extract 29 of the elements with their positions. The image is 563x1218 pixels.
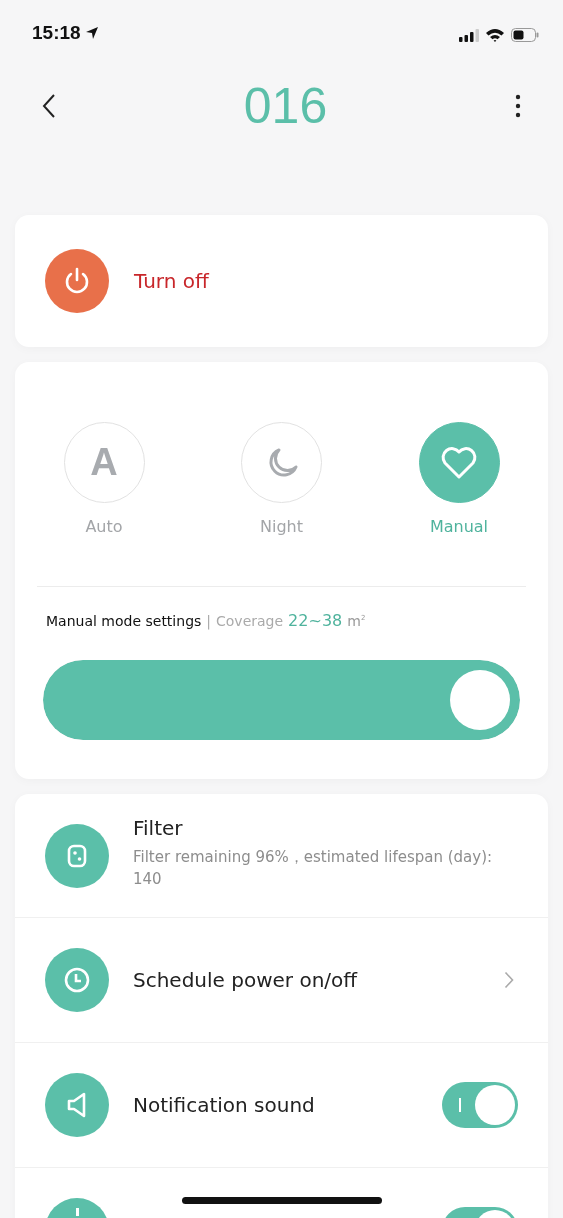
row-title: Schedule power on/off (133, 968, 359, 992)
separator: | (206, 613, 212, 629)
power-label: Turn off (134, 269, 209, 293)
coverage-value: 22~38 (288, 611, 343, 630)
signal-icon (459, 28, 479, 42)
more-button[interactable] (513, 92, 523, 120)
row-title: Filter (133, 816, 184, 840)
status-time: 15:18 (32, 22, 81, 44)
back-icon (42, 93, 56, 119)
speaker-icon (67, 1092, 87, 1118)
mode-label: Manual (429, 517, 489, 536)
coverage-label: Coverage (216, 613, 284, 629)
battery-icon (511, 28, 539, 42)
filter-icon (65, 843, 89, 869)
chevron-right-icon (504, 971, 514, 989)
toggle-switch[interactable] (442, 1082, 518, 1128)
mode-label: Auto (85, 517, 123, 536)
more-icon (515, 94, 521, 118)
row-title: Notification sound (133, 1093, 316, 1117)
location-arrow-icon (84, 26, 99, 40)
row-subtitle: Filter remaining 96%，estimated lifespan (day): 140 (133, 847, 494, 890)
settings-title: Manual mode settings (46, 613, 202, 629)
mode-button[interactable]: A (63, 422, 145, 503)
wifi-icon (485, 28, 505, 42)
clock-icon (63, 966, 91, 994)
mode-label: Night (260, 517, 303, 536)
coverage-unit: m$^{2}$ (347, 613, 366, 629)
heart-icon (440, 445, 478, 480)
page-title: 016 (243, 77, 328, 135)
